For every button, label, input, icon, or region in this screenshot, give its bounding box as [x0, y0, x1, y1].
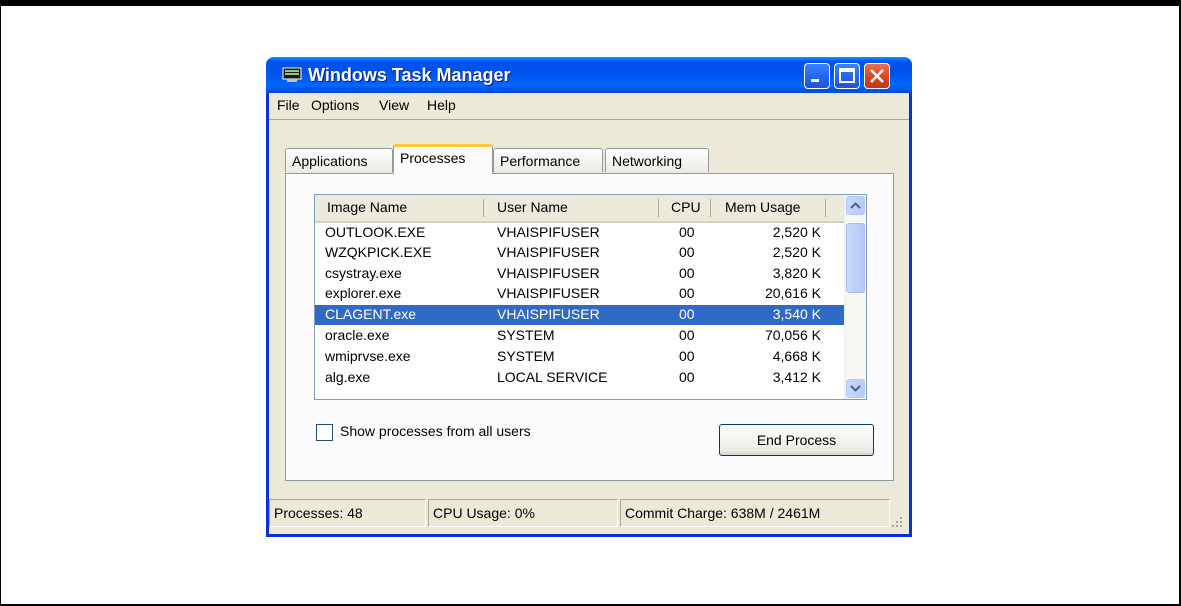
mem-usage-cell: 70,056 K: [764, 327, 821, 343]
mem-usage-cell: 4,668 K: [772, 348, 821, 364]
resize-grip-icon[interactable]: [891, 516, 903, 528]
user-name-cell: VHAISPIFUSER: [497, 306, 600, 322]
menu-options[interactable]: Options: [311, 97, 359, 113]
menu-separator: [269, 119, 909, 120]
user-name-cell: VHAISPIFUSER: [497, 224, 600, 240]
cpu-cell: 00: [679, 244, 695, 260]
cpu-cell: 00: [679, 224, 695, 240]
column-divider[interactable]: [825, 199, 826, 217]
image-name-cell: explorer.exe: [325, 285, 402, 301]
table-row[interactable]: csystray.exe VHAISPIFUSER 00 3,820 K: [315, 264, 845, 284]
table-row[interactable]: oracle.exe SYSTEM 00 70,056 K: [315, 326, 845, 346]
image-name-cell: oracle.exe: [325, 327, 390, 343]
column-divider[interactable]: [710, 199, 711, 217]
table-row-selected[interactable]: CLAGENT.exe VHAISPIFUSER 00 3,540 K: [315, 305, 845, 325]
image-name-cell: CLAGENT.exe: [325, 306, 417, 322]
user-name-cell: VHAISPIFUSER: [497, 265, 600, 281]
mem-usage-cell: 2,520 K: [772, 224, 821, 240]
image-name-cell: csystray.exe: [325, 265, 402, 281]
column-user-name[interactable]: User Name: [497, 199, 568, 215]
column-divider[interactable]: [658, 199, 659, 217]
show-all-users-label[interactable]: Show processes from all users: [340, 423, 531, 439]
chevron-down-icon: [850, 385, 861, 392]
menu-view[interactable]: View: [379, 97, 409, 113]
mem-usage-cell: 3,820 K: [772, 265, 821, 281]
mem-usage-cell: 3,540 K: [772, 306, 821, 322]
column-image-name[interactable]: Image Name: [327, 199, 407, 215]
close-button[interactable]: [864, 63, 890, 89]
monitor-icon: [282, 67, 302, 82]
user-name-cell: LOCAL SERVICE: [497, 369, 608, 385]
status-processes: Processes: 48: [269, 499, 426, 527]
image-name-cell: alg.exe: [325, 369, 371, 385]
column-divider[interactable]: [483, 199, 484, 217]
window-title: Windows Task Manager: [308, 65, 511, 85]
vertical-scrollbar[interactable]: [844, 195, 866, 399]
cpu-cell: 00: [679, 306, 695, 322]
cpu-cell: 00: [679, 369, 695, 385]
scroll-up-button[interactable]: [846, 196, 865, 215]
user-name-cell: VHAISPIFUSER: [497, 285, 600, 301]
processes-panel: Image Name User Name CPU Mem Usage OUTLO…: [285, 173, 894, 481]
cpu-cell: 00: [679, 265, 695, 281]
minimize-icon: [811, 79, 819, 82]
chevron-up-icon: [850, 202, 861, 209]
cpu-cell: 00: [679, 348, 695, 364]
page-left-border: [0, 0, 1, 606]
cpu-cell: 00: [679, 285, 695, 301]
user-name-cell: VHAISPIFUSER: [497, 244, 600, 260]
image-name-cell: WZQKPICK.EXE: [325, 244, 432, 260]
column-cpu[interactable]: CPU: [671, 199, 701, 215]
column-mem-usage[interactable]: Mem Usage: [725, 199, 800, 215]
page-top-border: [0, 0, 1181, 6]
cpu-cell: 00: [679, 327, 695, 343]
scroll-thumb[interactable]: [846, 223, 865, 293]
menu-bar: File Options View Help: [269, 93, 909, 117]
mem-usage-cell: 2,520 K: [772, 244, 821, 260]
table-row[interactable]: alg.exe LOCAL SERVICE 00 3,412 K: [315, 368, 845, 388]
scroll-down-button[interactable]: [846, 379, 865, 398]
table-row[interactable]: explorer.exe VHAISPIFUSER 00 20,616 K: [315, 284, 845, 304]
list-header: Image Name User Name CPU Mem Usage: [315, 195, 845, 223]
maximize-icon: [839, 68, 855, 83]
mem-usage-cell: 20,616 K: [764, 285, 821, 301]
minimize-button[interactable]: [804, 63, 830, 89]
status-bar: Processes: 48 CPU Usage: 0% Commit Charg…: [269, 493, 909, 534]
close-icon: [870, 69, 884, 83]
mem-usage-cell: 3,412 K: [772, 369, 821, 385]
table-row[interactable]: wmiprvse.exe SYSTEM 00 4,668 K: [315, 347, 845, 367]
image-name-cell: OUTLOOK.EXE: [325, 224, 426, 240]
tab-applications[interactable]: Applications: [285, 148, 393, 172]
image-name-cell: wmiprvse.exe: [325, 348, 411, 364]
table-row[interactable]: OUTLOOK.EXE VHAISPIFUSER 00 2,520 K: [315, 223, 845, 243]
user-name-cell: SYSTEM: [497, 327, 555, 343]
tab-networking[interactable]: Networking: [605, 148, 709, 172]
show-all-users-checkbox[interactable]: [316, 424, 333, 441]
status-commit-charge: Commit Charge: 638M / 2461M: [620, 499, 890, 527]
maximize-button[interactable]: [834, 63, 860, 89]
task-manager-window: Windows Task Manager File Options View H…: [266, 57, 912, 537]
tab-processes[interactable]: Processes: [393, 144, 493, 174]
table-row[interactable]: WZQKPICK.EXE VHAISPIFUSER 00 2,520 K: [315, 243, 845, 263]
status-cpu-usage: CPU Usage: 0%: [428, 499, 618, 527]
menu-help[interactable]: Help: [427, 97, 456, 113]
menu-file[interactable]: File: [277, 97, 300, 113]
tab-performance[interactable]: Performance: [493, 148, 603, 172]
user-name-cell: SYSTEM: [497, 348, 555, 364]
process-list[interactable]: Image Name User Name CPU Mem Usage OUTLO…: [314, 194, 867, 400]
title-bar[interactable]: Windows Task Manager: [266, 57, 912, 93]
end-process-button[interactable]: End Process: [719, 424, 874, 456]
